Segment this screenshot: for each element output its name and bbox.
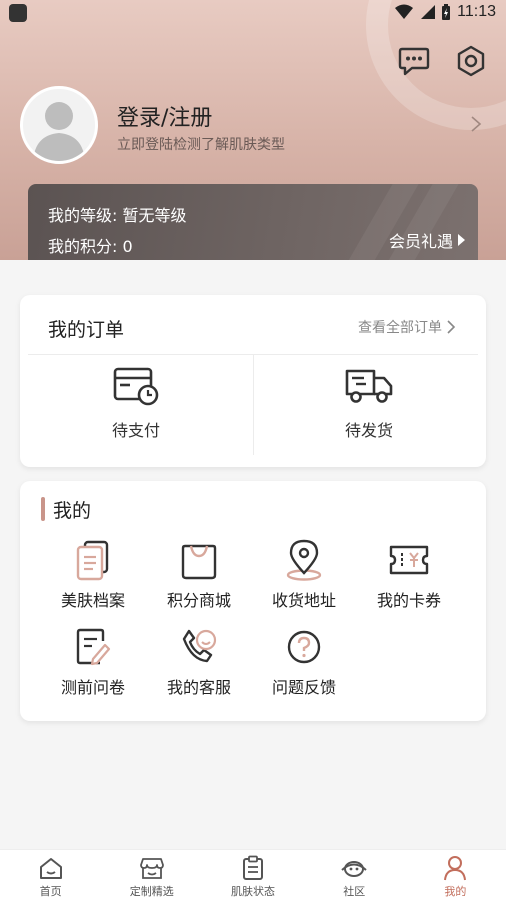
document-icon	[76, 540, 109, 581]
order-pending-payment-label: 待支付	[111, 421, 160, 440]
grid-item-label: 问题反馈	[271, 678, 336, 697]
settings-hexagon-icon	[457, 45, 485, 77]
member-level: 我的等级: 暂无等级	[48, 206, 187, 225]
grid-item-points-mall[interactable]: 积分商城	[149, 539, 249, 611]
orders-card: 我的订单 查看全部订单 待支付 待发货	[20, 295, 486, 467]
order-pending-shipment-label: 待发货	[344, 421, 393, 440]
grid-item-label: 我的客服	[166, 678, 231, 697]
store-icon	[139, 858, 164, 879]
chevron-right-icon[interactable]	[466, 114, 486, 134]
grid-item-shipping-address[interactable]: 收货地址	[254, 539, 354, 611]
member-points: 我的积分: 0	[48, 237, 133, 256]
order-pending-shipment[interactable]: 待发货	[299, 365, 439, 441]
nav-item-mine[interactable]: 我的	[405, 850, 506, 900]
nav-item-community[interactable]: 社区	[304, 850, 405, 900]
grid-item-label: 积分商城	[166, 591, 231, 610]
grid-item-customer-service[interactable]: 我的客服	[149, 626, 249, 698]
wifi-icon	[395, 4, 414, 19]
default-avatar-icon	[33, 102, 85, 161]
questionnaire-icon	[76, 628, 111, 666]
home-icon	[39, 858, 62, 879]
nav-item-label: 我的	[444, 885, 467, 898]
my-services-card: 我的 美肤档案 积分商城 收货地址 我的卡券 测前问卷 我的客服 问题反馈	[20, 481, 486, 721]
customer-service-icon	[182, 629, 217, 663]
section-accent-bar	[41, 497, 45, 521]
member-benefits-link[interactable]: 会员礼遇	[389, 228, 466, 252]
chat-bubble-icon	[398, 47, 430, 76]
status-time: 11:13	[457, 3, 496, 20]
user-icon	[444, 856, 467, 881]
clipboard-icon	[243, 855, 263, 880]
grid-item-label: 收货地址	[271, 591, 336, 610]
member-benefits-label: 会员礼遇	[388, 232, 453, 251]
grid-item-feedback[interactable]: 问题反馈	[254, 626, 354, 698]
my-services-title: 我的	[53, 500, 92, 522]
message-button[interactable]	[397, 44, 431, 78]
divider	[253, 355, 254, 455]
shopping-bag-icon	[181, 544, 217, 580]
grid-item-my-coupons[interactable]: 我的卡券	[359, 539, 459, 611]
location-pin-icon	[286, 539, 322, 581]
nav-item-label: 定制精选	[129, 885, 174, 898]
orders-title: 我的订单	[48, 319, 125, 341]
view-all-orders-label: 查看全部订单	[358, 320, 442, 336]
battery-icon	[442, 3, 451, 20]
nav-item-label: 社区	[343, 885, 366, 898]
nav-item-custom-picks[interactable]: 定制精选	[101, 850, 202, 900]
triangle-right-icon	[458, 234, 465, 246]
signal-icon	[421, 5, 436, 19]
order-pending-payment[interactable]: 待支付	[66, 365, 206, 441]
nav-item-skin-status[interactable]: 肌肤状态	[202, 850, 303, 900]
login-register-title[interactable]: 登录/注册	[117, 100, 212, 132]
delivery-truck-icon	[345, 369, 393, 403]
help-icon	[287, 630, 321, 664]
grid-item-label: 美肤档案	[60, 591, 125, 610]
grid-item-skin-profile[interactable]: 美肤档案	[43, 539, 143, 611]
grid-item-label: 我的卡券	[376, 591, 441, 610]
grid-item-label: 测前问卷	[60, 678, 125, 697]
nav-item-home[interactable]: 首页	[0, 850, 101, 900]
login-subtitle: 立即登陆检测了解肌肤类型	[117, 137, 285, 153]
nav-item-label: 首页	[39, 885, 62, 898]
grid-item-pretest-questionnaire[interactable]: 测前问卷	[43, 626, 143, 698]
avatar[interactable]	[20, 86, 98, 164]
coupon-icon	[389, 545, 429, 575]
settings-button[interactable]	[454, 44, 488, 78]
community-icon	[341, 861, 367, 877]
status-bar: 11:13	[0, 0, 506, 26]
chevron-right-icon	[447, 320, 456, 334]
nav-item-label: 肌肤状态	[231, 885, 275, 898]
card-clock-icon	[113, 367, 159, 406]
view-all-orders-link[interactable]: 查看全部订单	[358, 317, 456, 337]
app-notification-icon	[9, 4, 27, 22]
bottom-navigation: 首页 定制精选 肌肤状态 社区 我的	[0, 849, 506, 900]
